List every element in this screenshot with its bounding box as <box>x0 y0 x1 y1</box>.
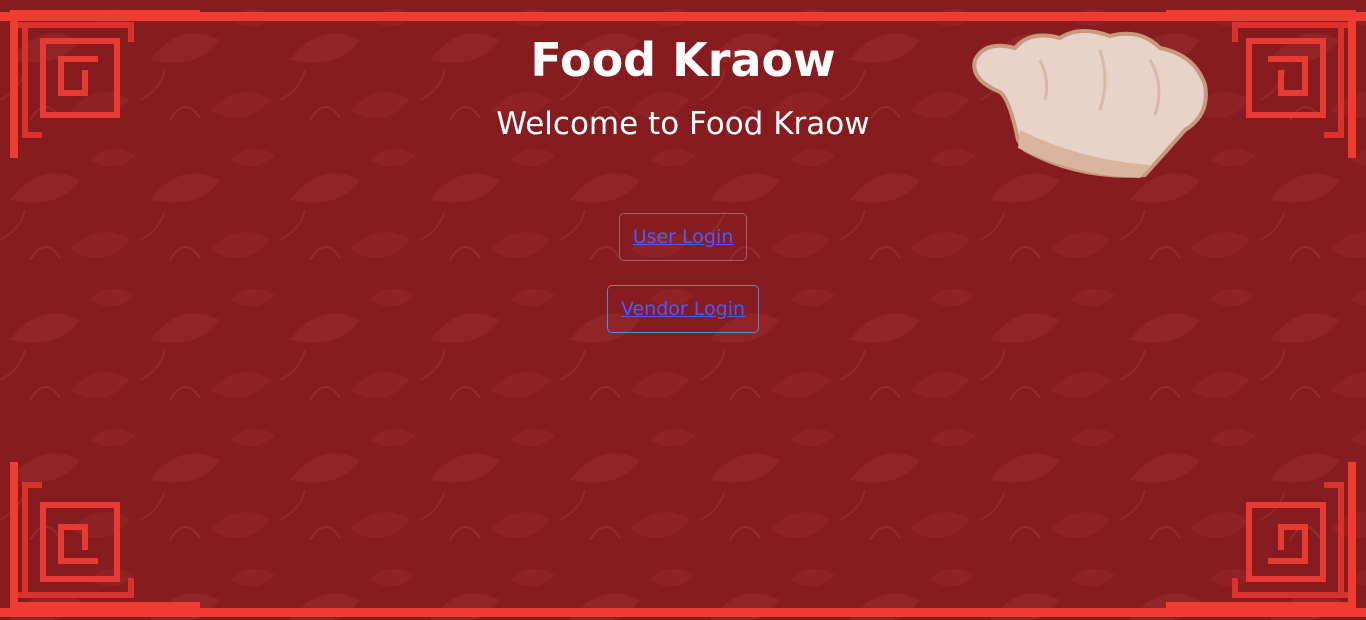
vendor-login-button[interactable]: Vendor Login <box>607 285 759 333</box>
welcome-subtitle: Welcome to Food Kraow <box>496 106 870 142</box>
vendor-login-label: Vendor Login <box>620 298 746 320</box>
page-title: Food Kraow <box>530 33 836 87</box>
bottom-frame-strip <box>0 608 1366 617</box>
user-login-label: User Login <box>632 226 734 248</box>
top-frame-strip <box>0 12 1366 21</box>
user-login-button[interactable]: User Login <box>619 213 747 261</box>
